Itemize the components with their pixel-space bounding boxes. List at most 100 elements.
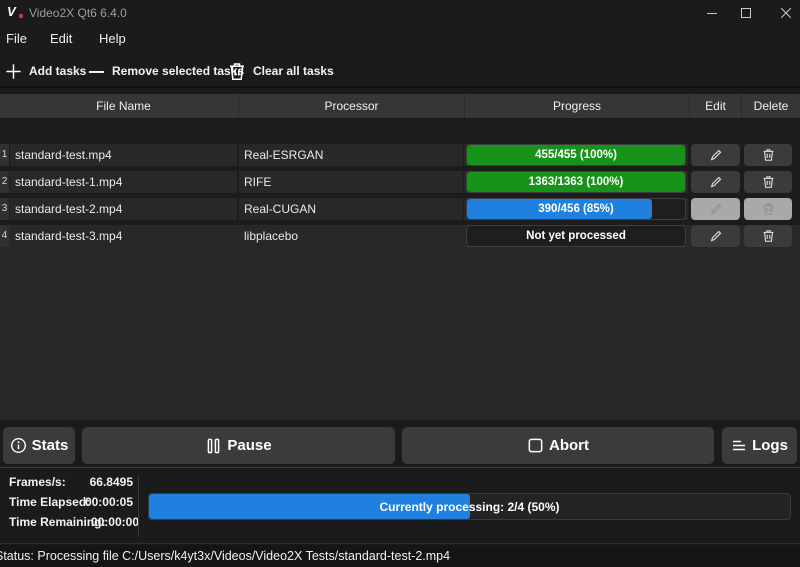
overall-progress-label: Currently processing: 2/4 (50%) <box>149 494 790 520</box>
stats-label: Stats <box>32 437 69 454</box>
pencil-icon <box>709 229 723 243</box>
stop-square-icon <box>527 437 544 454</box>
file-name-cell[interactable]: standard-test-2.mp4 <box>10 198 237 220</box>
frames-label: Frames/s: <box>9 475 66 489</box>
edit-button[interactable] <box>691 225 740 247</box>
trash-icon <box>762 148 775 162</box>
table-header: File Name Processor Progress Edit Delete <box>0 94 800 118</box>
pencil-icon <box>709 148 723 162</box>
pencil-icon <box>709 202 723 216</box>
close-button[interactable] <box>771 0 800 26</box>
header-delete[interactable]: Delete <box>741 94 800 118</box>
maximize-button[interactable] <box>731 0 761 26</box>
edit-button[interactable] <box>691 171 740 193</box>
progress-label: Not yet processed <box>467 226 685 247</box>
stats-button[interactable]: Stats <box>3 427 75 464</box>
progress-bar: 455/455 (100%) <box>466 144 686 166</box>
frames-per-second-stat: Frames/s: 66.8495 <box>9 475 133 493</box>
rows-band: 1 standard-test.mp4 Real-ESRGAN 455/455 … <box>0 118 800 225</box>
minus-icon <box>88 63 105 80</box>
progress-cell: 390/456 (85%) <box>464 198 688 220</box>
delete-button[interactable] <box>744 198 792 220</box>
trash-icon <box>762 202 775 216</box>
menu-edit[interactable]: Edit <box>50 31 72 49</box>
trash-icon <box>762 229 775 243</box>
elapsed-value: 00:00:05 <box>85 495 133 509</box>
header-edit[interactable]: Edit <box>689 94 741 118</box>
menu-file[interactable]: File <box>6 31 27 49</box>
abort-label: Abort <box>549 437 589 454</box>
file-name-cell[interactable]: standard-test-3.mp4 <box>10 225 237 247</box>
stats-panel: Frames/s: 66.8495 Time Elapsed: 00:00:05… <box>0 467 800 544</box>
title-bar: V Video2X Qt6 6.4.0 <box>0 0 800 26</box>
pause-button[interactable]: Pause <box>82 427 395 464</box>
progress-cell: 1363/1363 (100%) <box>464 171 688 193</box>
table-row: 4 standard-test-3.mp4 libplacebo Not yet… <box>0 225 800 247</box>
window-title: Video2X Qt6 6.4.0 <box>29 6 127 20</box>
table-row: 1 standard-test.mp4 Real-ESRGAN 455/455 … <box>0 144 800 166</box>
progress-cell: 455/455 (100%) <box>464 144 688 166</box>
remove-selected-tasks-button[interactable]: Remove selected tasks <box>88 58 244 84</box>
list-lines-icon <box>731 438 747 454</box>
edit-button[interactable] <box>691 198 740 220</box>
status-text: Status: Processing file C:/Users/k4yt3x/… <box>0 549 450 563</box>
row-number: 1 <box>0 144 9 166</box>
row-number: 4 <box>0 225 9 247</box>
add-tasks-button[interactable]: Add tasks <box>5 58 86 84</box>
pencil-icon <box>709 175 723 189</box>
status-bar: Status: Processing file C:/Users/k4yt3x/… <box>0 545 800 567</box>
trash-icon <box>228 62 246 81</box>
minimize-button[interactable] <box>697 0 727 26</box>
progress-label: 455/455 (100%) <box>467 145 685 166</box>
trash-icon <box>762 175 775 189</box>
progress-cell: Not yet processed <box>464 225 688 247</box>
header-progress[interactable]: Progress <box>464 94 689 118</box>
processor-cell[interactable]: Real-ESRGAN <box>239 144 463 166</box>
stats-divider <box>138 475 139 537</box>
header-file-name[interactable]: File Name <box>9 94 238 118</box>
remaining-value: 00:00:00 <box>91 515 139 529</box>
processor-cell[interactable]: Real-CUGAN <box>239 198 463 220</box>
pause-label: Pause <box>227 437 271 454</box>
progress-label: 1363/1363 (100%) <box>467 172 685 193</box>
row-number: 3 <box>0 198 9 220</box>
info-circle-icon <box>10 437 27 454</box>
frames-value: 66.8495 <box>90 475 133 489</box>
abort-button[interactable]: Abort <box>402 427 714 464</box>
remove-selected-tasks-label: Remove selected tasks <box>112 64 244 78</box>
overall-progress-bar: Currently processing: 2/4 (50%) <box>148 493 791 520</box>
header-processor[interactable]: Processor <box>238 94 464 118</box>
row-number: 2 <box>0 171 9 193</box>
menu-help[interactable]: Help <box>99 31 126 49</box>
processor-cell[interactable]: libplacebo <box>239 225 463 247</box>
close-icon <box>781 8 791 18</box>
maximize-icon <box>741 8 751 18</box>
time-elapsed-stat: Time Elapsed: 00:00:05 <box>9 495 133 513</box>
progress-bar: 1363/1363 (100%) <box>466 171 686 193</box>
file-name-cell[interactable]: standard-test.mp4 <box>10 144 237 166</box>
progress-bar: Not yet processed <box>466 225 686 247</box>
table-row: 3 standard-test-2.mp4 Real-CUGAN 390/456… <box>0 198 800 220</box>
progress-bar: 390/456 (85%) <box>466 198 686 220</box>
logs-label: Logs <box>752 437 788 454</box>
elapsed-label: Time Elapsed: <box>9 495 90 509</box>
app-icon: V <box>7 4 23 20</box>
logs-button[interactable]: Logs <box>722 427 797 464</box>
progress-label: 390/456 (85%) <box>467 199 685 220</box>
delete-button[interactable] <box>744 225 792 247</box>
add-tasks-label: Add tasks <box>29 64 86 78</box>
delete-button[interactable] <box>744 144 792 166</box>
time-remaining-stat: Time Remaining: 00:00:00 <box>9 515 139 533</box>
delete-button[interactable] <box>744 171 792 193</box>
clear-all-tasks-button[interactable]: Clear all tasks <box>228 58 334 84</box>
minimize-icon <box>707 8 717 18</box>
processor-cell[interactable]: RIFE <box>239 171 463 193</box>
pause-bars-icon <box>205 437 222 455</box>
file-name-cell[interactable]: standard-test-1.mp4 <box>10 171 237 193</box>
edit-button[interactable] <box>691 144 740 166</box>
plus-icon <box>5 63 22 80</box>
toolbar-separator <box>0 86 800 88</box>
clear-all-tasks-label: Clear all tasks <box>253 64 334 78</box>
video2x-window: V Video2X Qt6 6.4.0 File Edit Help Add t… <box>0 0 800 567</box>
task-table: File Name Processor Progress Edit Delete… <box>0 94 800 420</box>
